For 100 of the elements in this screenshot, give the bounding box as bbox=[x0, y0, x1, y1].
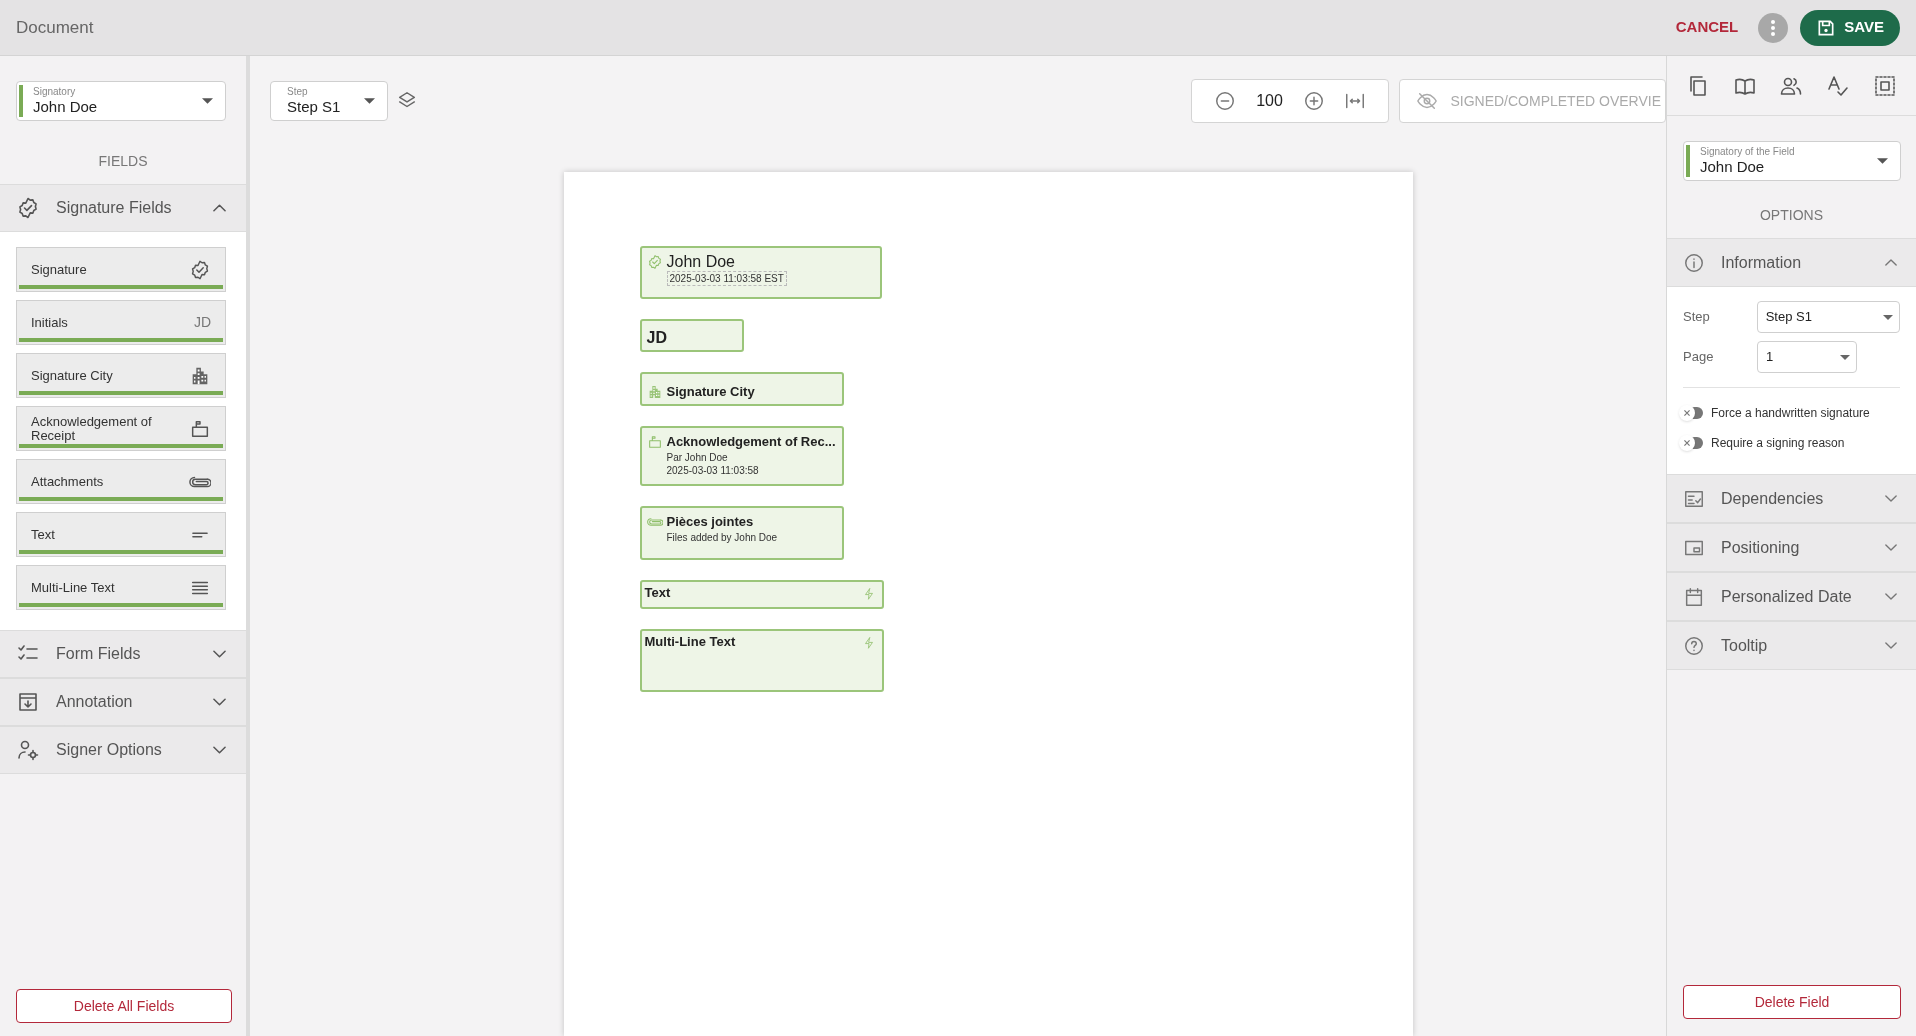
chevron-up-icon bbox=[1885, 259, 1897, 266]
chevron-down-icon bbox=[213, 650, 226, 658]
field-detail: 2025-03-03 11:03:58 EST bbox=[666, 271, 787, 286]
mailbox-icon bbox=[646, 434, 663, 450]
option-label: Page bbox=[1683, 348, 1715, 367]
accordion-title: Signature Fields bbox=[56, 198, 173, 218]
initials-label: JD bbox=[193, 313, 211, 332]
placed-field[interactable]: Multi-Line Text bbox=[639, 629, 884, 692]
option-select[interactable]: Step S1 bbox=[1756, 301, 1900, 333]
delete-all-fields-button[interactable]: Delete All Fields bbox=[16, 989, 232, 1023]
x-icon bbox=[1684, 410, 1690, 416]
item-label: Acknowledgement of Receipt bbox=[31, 414, 153, 443]
section-heading: OPTIONS bbox=[1759, 206, 1824, 225]
delete-field-button[interactable]: Delete Field bbox=[1683, 985, 1901, 1019]
zoom-in-icon[interactable] bbox=[1302, 90, 1325, 112]
field-palette-item[interactable]: Signature City bbox=[16, 353, 226, 398]
field-value: John Doe bbox=[1700, 158, 1766, 176]
dropdown-caret-icon bbox=[1840, 354, 1850, 360]
zoom-value: 100 bbox=[1256, 91, 1283, 111]
zoom-out-icon[interactable] bbox=[1214, 90, 1237, 112]
field-palette-item[interactable]: Multi-Line Text bbox=[16, 565, 226, 610]
placed-field[interactable]: Signature City bbox=[639, 372, 844, 406]
signatory-select[interactable]: Signatory John Doe bbox=[16, 81, 226, 121]
item-label: Signature bbox=[31, 262, 88, 277]
field-title: Pièces jointes bbox=[666, 513, 755, 531]
field-title: John Doe bbox=[666, 253, 736, 271]
cancel-button[interactable]: CANCEL bbox=[1675, 16, 1739, 39]
chevron-down-icon bbox=[1885, 495, 1897, 502]
item-label: Multi-Line Text bbox=[31, 580, 116, 595]
placed-field[interactable]: Text bbox=[639, 580, 884, 609]
accordion-title: Tooltip bbox=[1721, 635, 1769, 656]
field-title: JD bbox=[646, 329, 668, 347]
badge-check-icon bbox=[189, 258, 211, 281]
user-gear-icon bbox=[16, 738, 40, 762]
step-select[interactable]: Step Step S1 bbox=[270, 81, 388, 121]
chevron-down-icon bbox=[213, 746, 226, 754]
accordion-title: Annotation bbox=[56, 692, 134, 712]
accordion-header[interactable]: Signer Options bbox=[0, 726, 246, 774]
info-icon bbox=[1683, 251, 1705, 274]
spellcheck-icon[interactable] bbox=[1826, 73, 1851, 98]
field-palette-item[interactable]: Signature bbox=[16, 247, 226, 292]
accordion-header[interactable]: Personalized Date bbox=[1667, 572, 1916, 621]
signatory-select[interactable]: Signatory of the Field John Doe bbox=[1683, 141, 1901, 181]
accordion-header[interactable]: Signature Fields bbox=[0, 184, 246, 232]
dropdown-caret-icon bbox=[364, 98, 375, 104]
download-box-icon bbox=[16, 690, 40, 714]
badge-check-icon bbox=[646, 254, 663, 270]
calendar-icon bbox=[1683, 585, 1705, 608]
toggle-label: Require a signing reason bbox=[1711, 435, 1845, 452]
accordion-header[interactable]: Tooltip bbox=[1667, 621, 1916, 670]
item-label: Attachments bbox=[31, 474, 105, 489]
dropdown-caret-icon bbox=[1877, 158, 1888, 164]
chevron-down-icon bbox=[213, 698, 226, 706]
field-title: Multi-Line Text bbox=[644, 633, 737, 651]
field-label: Step bbox=[287, 86, 309, 98]
field-value: Step S1 bbox=[287, 98, 342, 116]
placed-field[interactable]: JD bbox=[639, 319, 744, 352]
vertical-dots-icon bbox=[1771, 19, 1776, 36]
accordion-header[interactable]: Dependencies bbox=[1667, 474, 1916, 523]
accordion-header[interactable]: Annotation bbox=[0, 678, 246, 726]
item-label: Signature City bbox=[31, 368, 114, 383]
field-value: John Doe bbox=[33, 98, 99, 116]
field-title: Acknowledgement of Rec... bbox=[666, 433, 837, 451]
save-button[interactable]: SAVE bbox=[1800, 9, 1900, 46]
item-label: Initials bbox=[31, 315, 69, 330]
accordion-title: Form Fields bbox=[56, 644, 142, 664]
short-text-icon bbox=[192, 531, 208, 538]
select-area-icon[interactable] bbox=[1872, 73, 1897, 98]
field-palette-item[interactable]: Attachments bbox=[16, 459, 226, 504]
chevron-down-icon bbox=[1885, 544, 1897, 551]
field-palette-item[interactable]: Acknowledgement of Receipt bbox=[16, 406, 226, 451]
dropdown-caret-icon bbox=[202, 98, 213, 104]
chevron-down-icon bbox=[1885, 593, 1897, 600]
accordion-title: Positioning bbox=[1721, 537, 1801, 558]
eye-off-icon bbox=[1416, 90, 1439, 112]
x-icon bbox=[1684, 440, 1690, 446]
option-label: Step bbox=[1683, 308, 1711, 327]
placed-field[interactable]: John Doe 2025-03-03 11:03:58 EST bbox=[639, 246, 882, 299]
field-palette-item[interactable]: Text bbox=[16, 512, 226, 557]
help-icon bbox=[1683, 634, 1705, 657]
dropdown-caret-icon bbox=[1883, 314, 1893, 320]
accordion-title: Information bbox=[1721, 252, 1803, 273]
chevron-down-icon bbox=[1885, 642, 1897, 649]
placed-field[interactable]: Acknowledgement of Rec... Par John Doe 2025-03-03 11:03:58 bbox=[639, 426, 844, 486]
field-label: Signatory bbox=[33, 86, 77, 98]
accordion-title: Personalized Date bbox=[1721, 586, 1853, 607]
toggle-label: Force a handwritten signature bbox=[1711, 405, 1870, 422]
field-detail: 2025-03-03 11:03:58 bbox=[666, 464, 759, 477]
item-label: Text bbox=[31, 527, 56, 542]
option-select[interactable]: 1 bbox=[1757, 341, 1857, 373]
field-title: Signature City bbox=[666, 382, 756, 401]
accordion-header[interactable]: Form Fields bbox=[0, 630, 246, 678]
field-label: Signatory of the Field bbox=[1700, 146, 1796, 158]
accordion-header[interactable]: Positioning bbox=[1667, 523, 1916, 572]
field-detail: Files added by John Doe bbox=[666, 531, 778, 544]
badge-check-icon bbox=[16, 196, 40, 220]
accordion-header[interactable]: Information bbox=[1667, 238, 1916, 287]
field-palette-item[interactable]: Initials JD bbox=[16, 300, 226, 345]
chevron-up-icon bbox=[213, 204, 226, 212]
placed-field[interactable]: Pièces jointes Files added by John Doe bbox=[639, 506, 844, 560]
